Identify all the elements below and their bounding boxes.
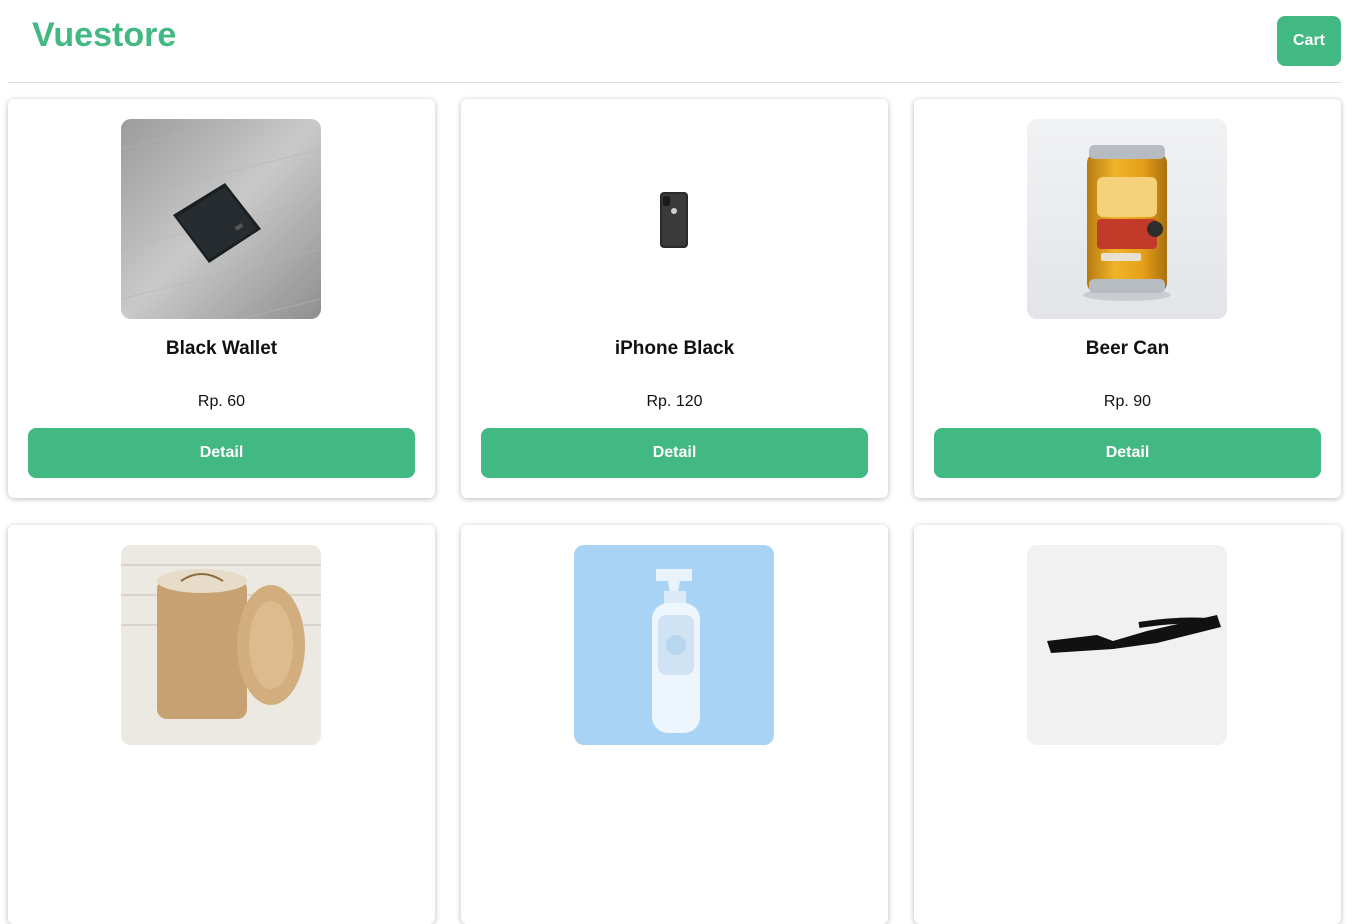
product-card [914,525,1341,924]
product-card: Black Wallet Rp. 60 Detail [8,99,435,498]
product-card: iPhone Black Rp. 120 Detail [461,99,888,498]
sunglasses-image [1027,545,1227,745]
product-card [8,525,435,924]
product-name: Beer Can [1085,338,1170,359]
brand-logo[interactable]: Vuestore [32,16,176,55]
product-image-candle[interactable] [121,545,321,745]
product-image-sunglasses[interactable] [1027,545,1227,745]
detail-button[interactable]: Detail [481,428,868,478]
detail-button[interactable]: Detail [28,428,415,478]
product-price: Rp. 120 [646,393,703,410]
product-price: Rp. 60 [197,393,246,410]
product-image-beer-can[interactable] [1027,119,1227,319]
spray-bottle-image [574,545,774,745]
product-card: Beer Can Rp. 90 Detail [914,99,1341,498]
iphone-image [574,119,774,319]
product-image-iphone-black[interactable] [574,119,774,319]
product-image-air-freshener[interactable] [574,545,774,745]
product-card [461,525,888,924]
product-name: iPhone Black [614,338,735,359]
beer-can-image [1027,119,1227,319]
top-navbar: Vuestore Cart [8,0,1341,83]
product-price: Rp. 90 [1103,393,1152,410]
wallet-image [121,119,321,319]
product-image-black-wallet[interactable] [121,119,321,319]
product-name: Black Wallet [165,338,278,359]
cart-button[interactable]: Cart [1277,16,1341,66]
candle-jar-image [121,545,321,745]
product-grid: Black Wallet Rp. 60 Detail iPhone Black … [8,99,1341,924]
detail-button[interactable]: Detail [934,428,1321,478]
